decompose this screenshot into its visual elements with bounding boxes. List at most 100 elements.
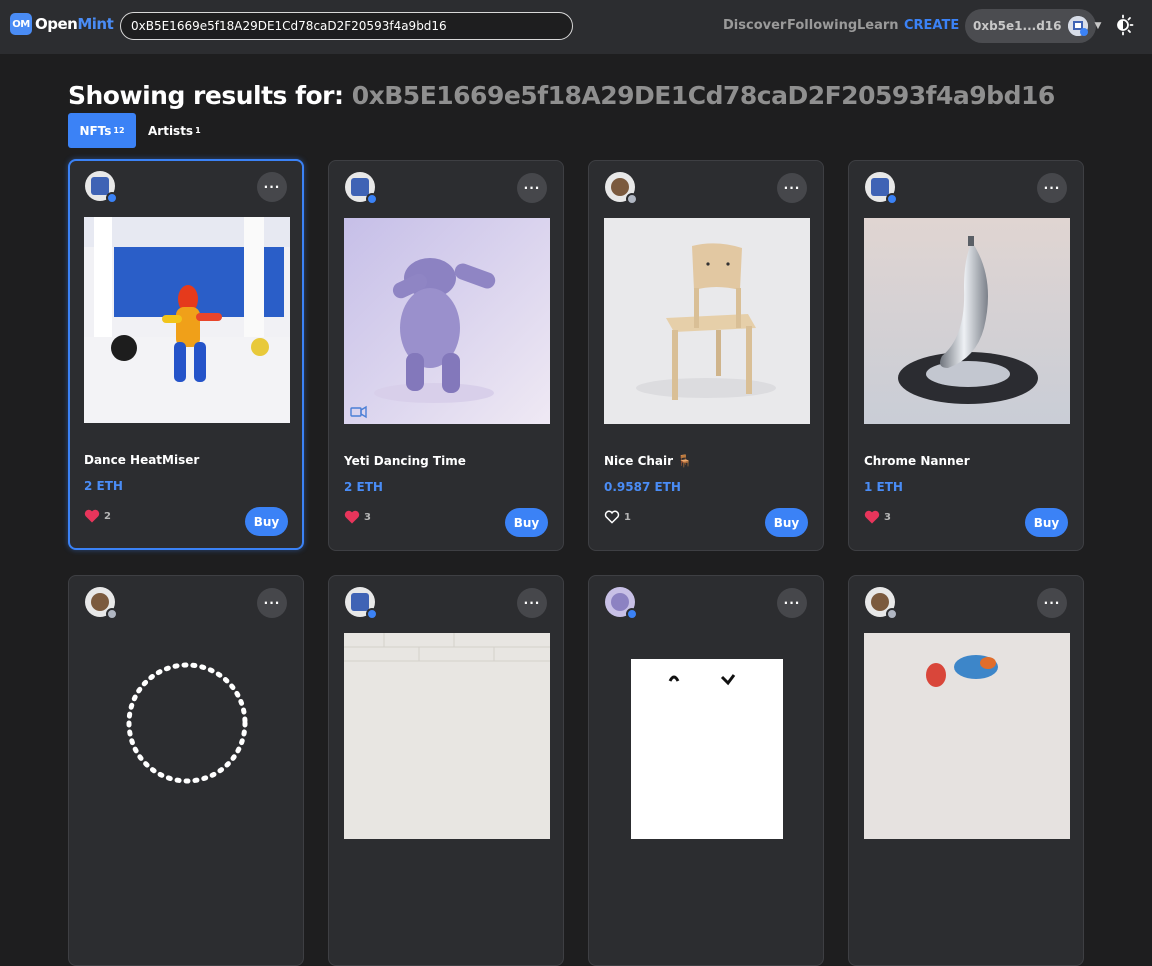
more-options-button[interactable]: ···: [257, 172, 287, 202]
account-avatar-image: [1068, 16, 1089, 36]
nav-following[interactable]: Following: [787, 18, 857, 33]
tab-nfts[interactable]: NFTs 12: [68, 113, 136, 148]
nav-learn[interactable]: Learn: [857, 18, 899, 33]
creator-avatar[interactable]: [85, 587, 118, 620]
like-button[interactable]: 3: [864, 510, 891, 524]
nft-title: Yeti Dancing Time: [344, 454, 466, 468]
verified-badge-icon: [626, 608, 638, 620]
buy-button[interactable]: Buy: [245, 507, 288, 536]
nft-title: Nice Chair 🪑: [604, 454, 693, 468]
more-options-button[interactable]: ···: [777, 173, 807, 203]
verified-badge-icon: [106, 608, 118, 620]
nav-create[interactable]: CREATE: [904, 18, 959, 33]
nft-card[interactable]: ···: [68, 575, 304, 966]
creator-avatar-image: [871, 593, 889, 611]
creator-avatar-image: [351, 593, 369, 611]
buy-button[interactable]: Buy: [505, 508, 548, 537]
nft-price: 2 ETH: [84, 479, 123, 493]
nft-image-yeti-dancing-time[interactable]: [344, 218, 550, 424]
search-bar[interactable]: [120, 12, 573, 40]
tab-artists-count: 1: [195, 126, 201, 135]
nft-artwork: [631, 659, 783, 839]
verified-badge-icon: [366, 608, 378, 620]
creator-avatar[interactable]: [865, 172, 898, 205]
nft-image[interactable]: [84, 633, 290, 839]
nft-card[interactable]: ··· Nice Chair 🪑 0.9587 ETH 1 Buy: [588, 160, 824, 551]
verified-badge-icon: [366, 193, 378, 205]
nft-card[interactable]: ··· Chrome Nanner 1 ETH 3 Buy: [848, 160, 1084, 551]
theme-toggle-icon[interactable]: [1112, 14, 1134, 36]
nft-artwork: [864, 633, 1070, 839]
chevron-down-icon: ▼: [1094, 21, 1102, 31]
nft-card[interactable]: ···: [328, 575, 564, 966]
verified-badge-icon: [886, 193, 898, 205]
results-heading-prefix: Showing results for:: [68, 81, 344, 110]
tab-artists-label: Artists: [148, 123, 194, 138]
search-input[interactable]: [121, 13, 572, 39]
more-options-button[interactable]: ···: [777, 588, 807, 618]
sun-moon-icon: [1117, 14, 1134, 36]
tab-nfts-label: NFTs: [79, 123, 112, 138]
nft-card[interactable]: ···: [848, 575, 1084, 966]
more-options-button[interactable]: ···: [517, 173, 547, 203]
like-button[interactable]: 2: [84, 509, 111, 523]
verified-badge-icon: [626, 193, 638, 205]
more-options-button[interactable]: ···: [1037, 173, 1067, 203]
creator-avatar[interactable]: [345, 172, 378, 205]
account-avatar: [1068, 16, 1089, 36]
nft-artwork: [126, 662, 248, 784]
like-count: 3: [884, 511, 891, 523]
nft-image[interactable]: [604, 633, 810, 839]
heart-outline-icon: [604, 510, 620, 524]
nft-card[interactable]: ···: [588, 575, 824, 966]
top-navigation-bar: OM OpenMint Discover Following Learn CRE…: [0, 0, 1152, 54]
nft-card[interactable]: ··· Yeti Dancing Time 2 ETH 3 Buy: [328, 160, 564, 551]
creator-avatar-image: [611, 178, 629, 196]
buy-button[interactable]: Buy: [765, 508, 808, 537]
nft-price: 2 ETH: [344, 480, 383, 494]
creator-avatar-image: [91, 177, 109, 195]
nft-card[interactable]: ··· Dance HeatMiser 2 ETH 2 Buy: [68, 159, 304, 550]
openmint-logo[interactable]: OM OpenMint: [10, 13, 114, 35]
more-options-button[interactable]: ···: [517, 588, 547, 618]
creator-avatar-image: [871, 178, 889, 196]
creator-avatar[interactable]: [345, 587, 378, 620]
nft-image-chrome-nanner[interactable]: [864, 218, 1070, 424]
tab-artists[interactable]: Artists 1: [148, 113, 201, 148]
like-button[interactable]: 1: [604, 510, 631, 524]
creator-avatar-image: [351, 178, 369, 196]
nav-discover[interactable]: Discover: [723, 18, 786, 33]
verified-badge-icon: [106, 192, 118, 204]
account-menu-button[interactable]: 0xb5e1...d16 ▼: [965, 9, 1101, 43]
nft-price: 1 ETH: [864, 480, 903, 494]
logo-text-mint: Mint: [77, 15, 114, 33]
nft-image-nice-chair[interactable]: [604, 218, 810, 424]
more-options-button[interactable]: ···: [1037, 588, 1067, 618]
heart-filled-icon: [84, 509, 100, 523]
more-options-button[interactable]: ···: [257, 588, 287, 618]
creator-avatar[interactable]: [605, 172, 638, 205]
results-heading: Showing results for: 0xB5E1669e5f18A29DE…: [68, 81, 1055, 110]
like-count: 2: [104, 510, 111, 522]
account-address: 0xb5e1...d16: [973, 19, 1062, 33]
nft-artwork: [344, 633, 550, 839]
nft-artwork: [84, 217, 290, 423]
nft-image[interactable]: [864, 633, 1070, 839]
creator-avatar[interactable]: [85, 171, 118, 204]
creator-avatar[interactable]: [605, 587, 638, 620]
tab-nfts-count: 12: [113, 126, 125, 135]
buy-button[interactable]: Buy: [1025, 508, 1068, 537]
creator-avatar[interactable]: [865, 587, 898, 620]
nft-artwork: [864, 218, 1070, 424]
like-button[interactable]: 3: [344, 510, 371, 524]
like-count: 3: [364, 511, 371, 523]
logo-text-open: Open: [35, 15, 78, 33]
heart-filled-icon: [344, 510, 360, 524]
nft-title: Chrome Nanner: [864, 454, 970, 468]
nft-artwork: [344, 218, 550, 424]
logo-badge: OM: [10, 13, 32, 35]
nft-image-dance-heatmiser[interactable]: [84, 217, 290, 423]
nft-image[interactable]: [344, 633, 550, 839]
nft-price: 0.9587 ETH: [604, 480, 681, 494]
verified-badge-icon: [886, 608, 898, 620]
